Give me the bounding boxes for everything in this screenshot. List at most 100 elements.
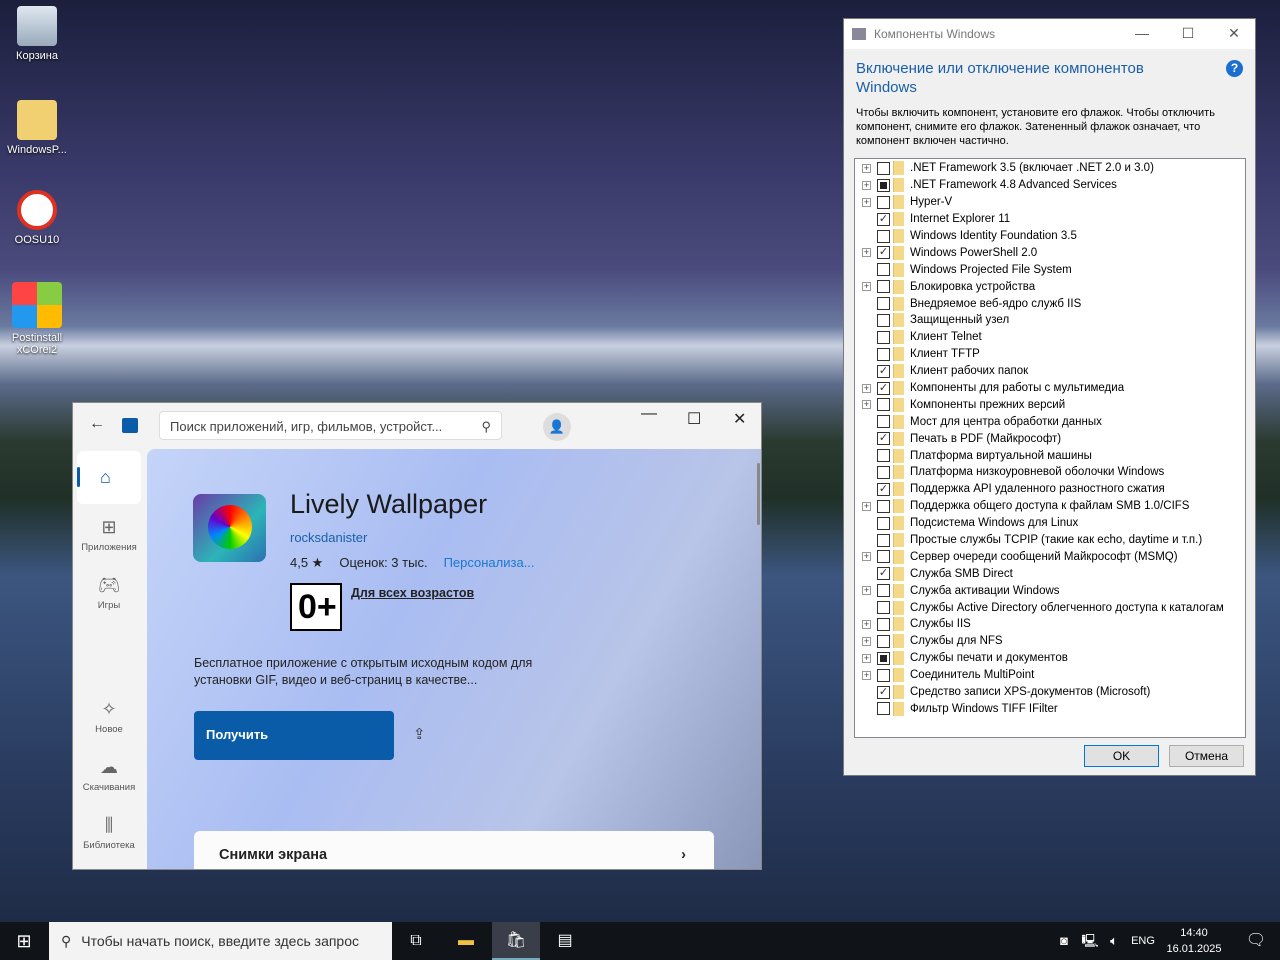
nav-apps[interactable]: ⊞ Приложения (77, 517, 141, 553)
feature-checkbox[interactable]: ✓ (877, 381, 890, 395)
feature-item[interactable]: + Блокировка устройства (855, 278, 1245, 295)
nav-library[interactable]: ⫼ Библиотека (77, 815, 141, 851)
feature-item[interactable]: Защищенный узел (855, 312, 1245, 329)
feature-checkbox[interactable] (877, 702, 890, 716)
feature-checkbox[interactable] (877, 313, 890, 327)
feature-checkbox[interactable]: ✓ (877, 685, 890, 699)
help-icon[interactable]: ? (1226, 60, 1243, 77)
feature-item[interactable]: + Соединитель MultiPoint (855, 667, 1245, 684)
feature-item[interactable]: Внедряемое веб-ядро служб IIS (855, 295, 1245, 312)
feature-item[interactable]: Клиент Telnet (855, 329, 1245, 346)
feature-checkbox[interactable] (877, 330, 890, 344)
feature-item[interactable]: + .NET Framework 4.8 Advanced Services (855, 177, 1245, 194)
feature-checkbox[interactable] (877, 465, 890, 479)
expand-icon[interactable]: + (862, 670, 871, 680)
feature-checkbox[interactable]: ✓ (877, 246, 890, 260)
expand-icon[interactable]: + (862, 619, 871, 629)
meet-now-icon[interactable]: ◙ (1052, 922, 1076, 960)
nav-new[interactable]: ✧ Новое (77, 699, 141, 735)
feature-item[interactable]: Платформа низкоуровневой оболочки Window… (855, 464, 1245, 481)
desktop-icon-postinstall[interactable]: Postinstall xCOrei2 (4, 282, 70, 356)
nav-home[interactable]: ⌂ (77, 451, 141, 504)
desktop-icon-oosu10[interactable]: OOSU10 (4, 190, 70, 246)
maximize-button[interactable]: ☐ (687, 409, 701, 429)
file-explorer-button[interactable]: ▬ (442, 922, 490, 960)
scrollbar[interactable] (757, 463, 760, 525)
feature-checkbox[interactable] (877, 651, 890, 665)
feature-checkbox[interactable] (877, 533, 890, 547)
feature-checkbox[interactable] (877, 280, 890, 294)
get-button[interactable]: Получить (194, 711, 394, 760)
nav-downloads[interactable]: ☁ Скачивания (77, 757, 141, 793)
feature-item[interactable]: + Службы для NFS (855, 633, 1245, 650)
minimize-button[interactable]: — (1119, 25, 1165, 41)
cancel-button[interactable]: Отмена (1169, 745, 1244, 767)
search-icon[interactable]: ⚲ (481, 419, 491, 435)
feature-item[interactable]: Windows Projected File System (855, 261, 1245, 278)
language-indicator[interactable]: ENG (1128, 922, 1158, 960)
feature-item[interactable]: ✓ Средство записи XPS-документов (Microso… (855, 684, 1245, 701)
expand-icon[interactable]: + (862, 282, 871, 292)
feature-checkbox[interactable]: ✓ (877, 432, 890, 446)
expand-icon[interactable]: + (862, 552, 871, 562)
expand-icon[interactable]: + (862, 501, 871, 511)
feature-checkbox[interactable] (877, 584, 890, 598)
screenshots-section[interactable]: Снимки экрана › (194, 831, 714, 869)
start-button[interactable]: ⊞ (0, 922, 48, 960)
expand-icon[interactable]: + (862, 653, 871, 663)
clock[interactable]: 14:40 16.01.2025 (1160, 925, 1228, 957)
feature-item[interactable]: + Сервер очереди сообщений Майкрософт (MS… (855, 548, 1245, 565)
feature-checkbox[interactable] (877, 229, 890, 243)
expand-icon[interactable]: + (862, 197, 871, 207)
feature-item[interactable]: Службы Active Directory облегченного дос… (855, 599, 1245, 616)
expand-icon[interactable]: + (862, 586, 871, 596)
feature-checkbox[interactable] (877, 263, 890, 277)
feature-item[interactable]: Простые службы TCPIP (такие как echo, da… (855, 532, 1245, 549)
desktop-icon-recycle-bin[interactable]: Корзина (4, 6, 70, 62)
feature-checkbox[interactable] (877, 161, 890, 175)
age-rating-link[interactable]: Для всех возрастов (351, 586, 474, 600)
feature-item[interactable]: + Служба активации Windows (855, 582, 1245, 599)
feature-checkbox[interactable] (877, 634, 890, 648)
feature-item[interactable]: + Службы печати и документов (855, 650, 1245, 667)
expand-icon[interactable]: + (862, 163, 871, 173)
feature-item[interactable]: Клиент TFTP (855, 346, 1245, 363)
notifications-icon[interactable]: 🗨︎ (1232, 922, 1280, 960)
ok-button[interactable]: OK (1084, 745, 1159, 767)
publisher-link[interactable]: rocksdanister (290, 530, 367, 545)
feature-item[interactable]: + Компоненты прежних версий (855, 396, 1245, 413)
taskbar-search[interactable]: ⚲ Чтобы начать поиск, введите здесь запро… (49, 922, 392, 960)
feature-checkbox[interactable] (877, 297, 890, 311)
feature-checkbox[interactable]: ✓ (877, 212, 890, 226)
share-icon[interactable]: ⇪ (413, 725, 426, 743)
feature-item[interactable]: Платформа виртуальной машины (855, 447, 1245, 464)
task-view-button[interactable]: ⧉ (392, 922, 440, 960)
feature-checkbox[interactable] (877, 398, 890, 412)
feature-item[interactable]: + ✓ Windows PowerShell 2.0 (855, 244, 1245, 261)
desktop-icon-windowsp[interactable]: WindowsP... (4, 100, 70, 156)
feature-checkbox[interactable] (877, 516, 890, 530)
minimize-button[interactable]: — (641, 405, 657, 423)
feature-item[interactable]: + ✓ Компоненты для работы с мультимедиа (855, 380, 1245, 397)
nav-games[interactable]: 🎮︎ Игры (77, 575, 141, 611)
expand-icon[interactable]: + (862, 636, 871, 646)
feature-checkbox[interactable] (877, 601, 890, 615)
feature-checkbox[interactable] (877, 178, 890, 192)
feature-item[interactable]: ✓ Печать в PDF (Майкрософт) (855, 430, 1245, 447)
feature-checkbox[interactable] (877, 550, 890, 564)
feature-item[interactable]: + .NET Framework 3.5 (включает .NET 2.0 и… (855, 160, 1245, 177)
volume-icon[interactable]: 🔈︎ (1102, 922, 1126, 960)
expand-icon[interactable]: + (862, 383, 871, 393)
feature-item[interactable]: ✓ Internet Explorer 11 (855, 211, 1245, 228)
feature-checkbox[interactable] (877, 668, 890, 682)
feature-item[interactable]: Фильтр Windows TIFF IFilter (855, 701, 1245, 718)
maximize-button[interactable]: ☐ (1165, 25, 1211, 42)
expand-icon[interactable]: + (862, 400, 871, 410)
feature-checkbox[interactable] (877, 449, 890, 463)
feature-checkbox[interactable]: ✓ (877, 567, 890, 581)
account-avatar[interactable]: 👤 (543, 413, 571, 441)
feature-item[interactable]: ✓ Поддержка API удаленного разностного сж… (855, 481, 1245, 498)
features-taskbar-button[interactable]: ▤ (541, 922, 589, 960)
expand-icon[interactable]: + (862, 180, 871, 190)
feature-item[interactable]: Подсистема Windows для Linux (855, 515, 1245, 532)
